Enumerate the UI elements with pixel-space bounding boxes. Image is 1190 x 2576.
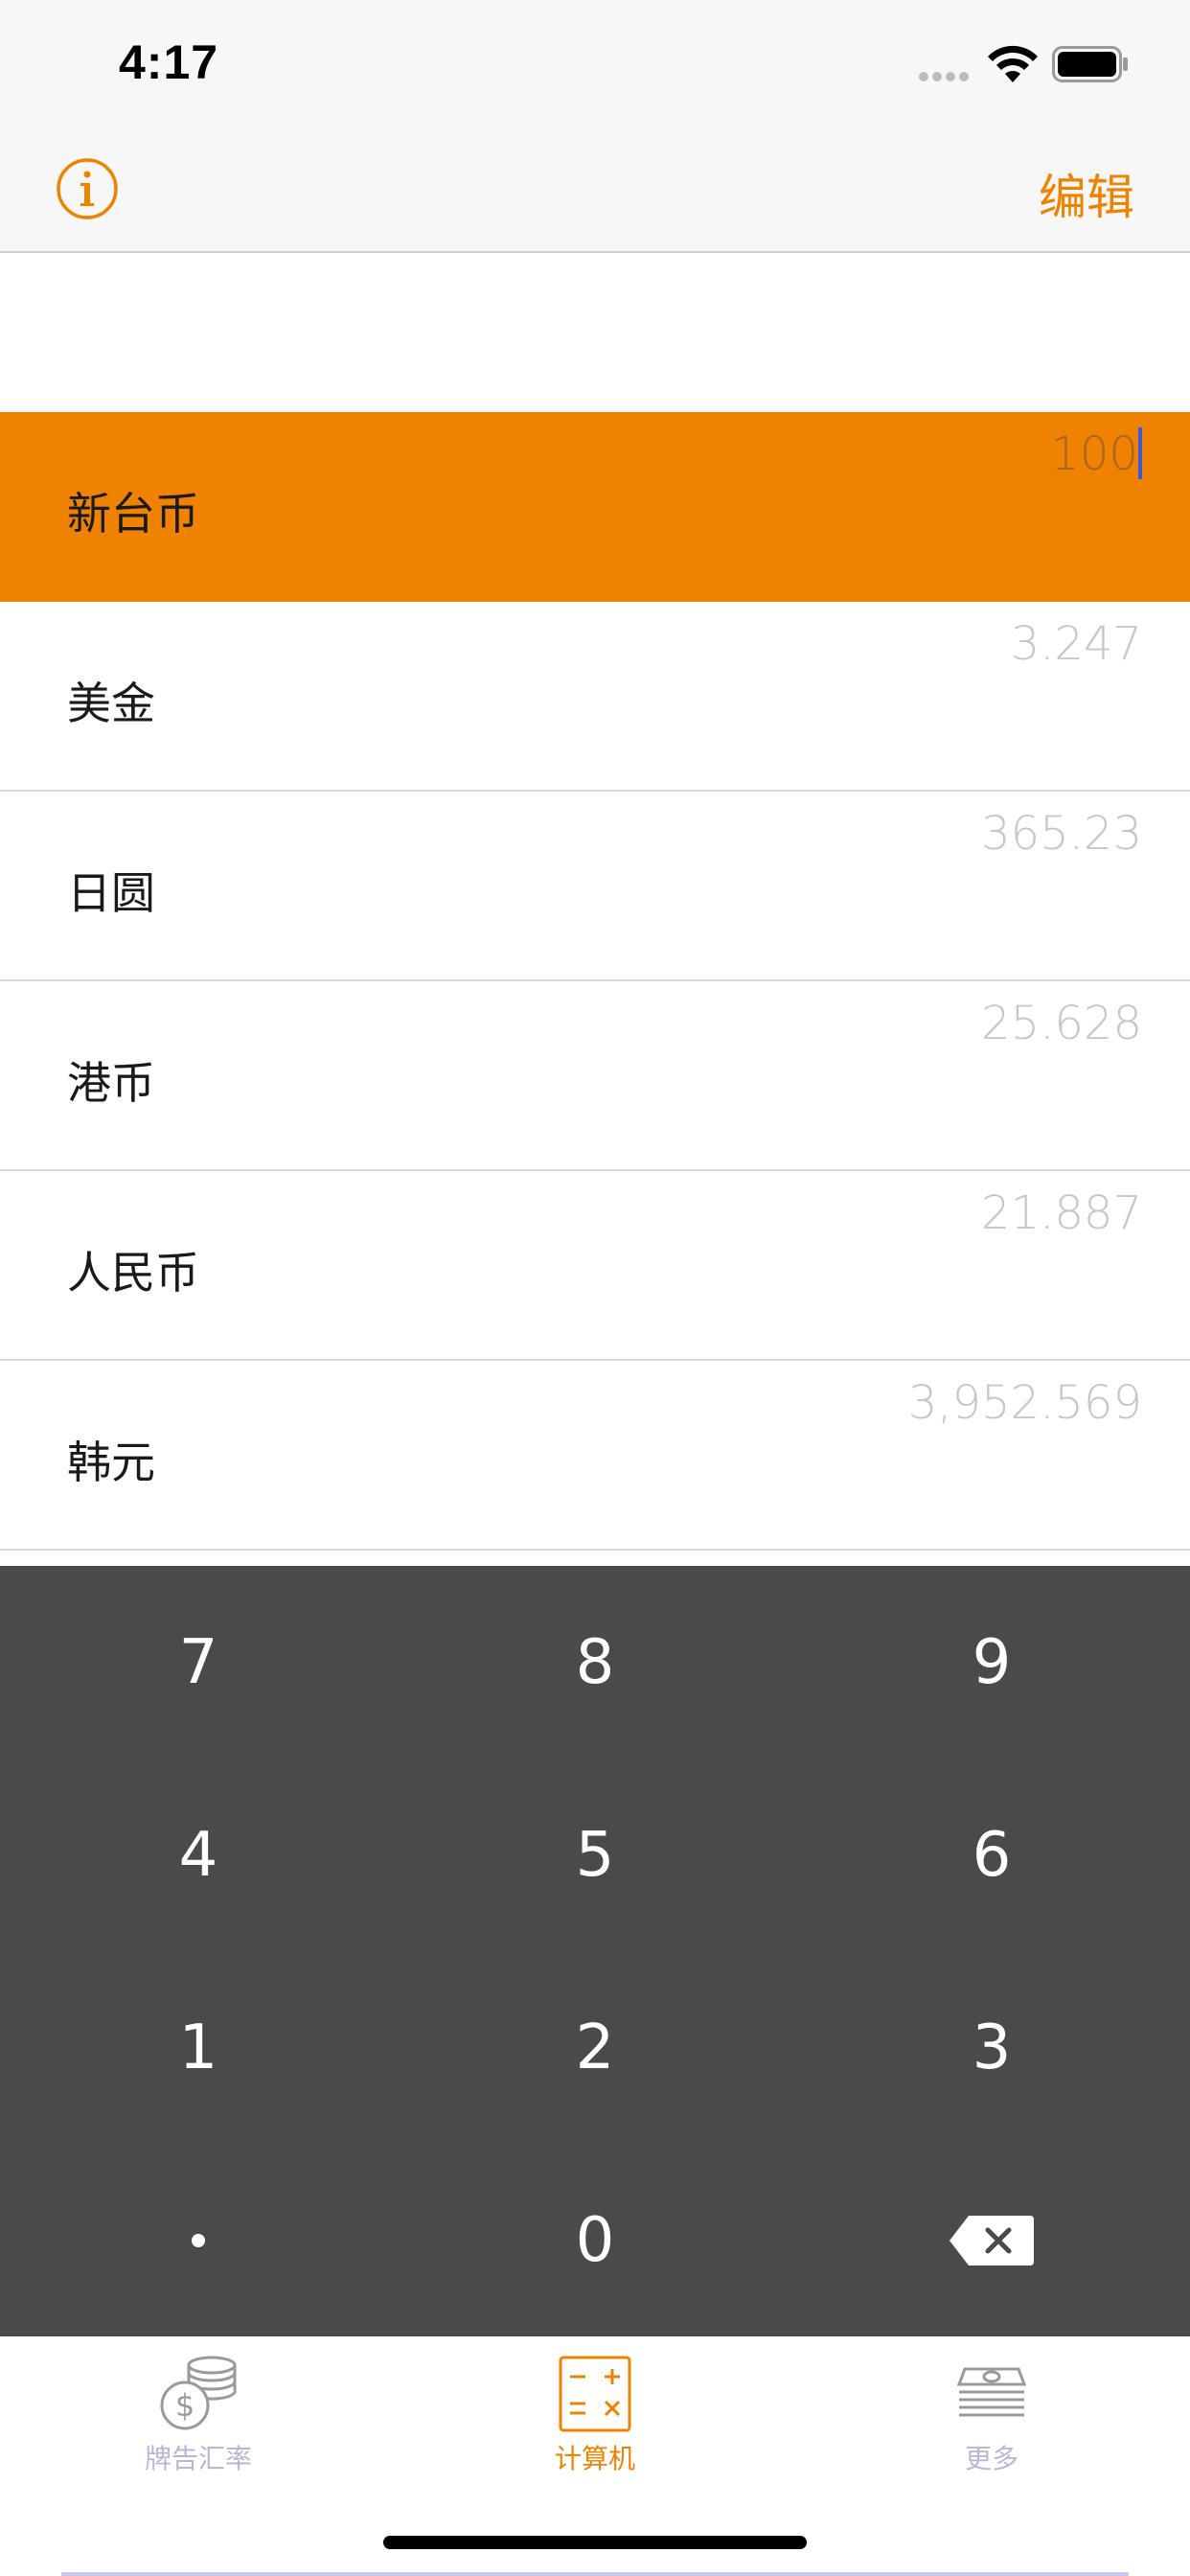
currency-value-input[interactable]: 100 — [1050, 427, 1142, 481]
battery-icon — [1052, 46, 1128, 82]
home-indicator — [383, 2536, 807, 2549]
currency-name: 韩元 — [67, 1437, 155, 1488]
bottom-edge-line — [61, 2572, 1129, 2576]
status-time: 4:17 — [119, 35, 219, 89]
currency-value: 3.247 — [1010, 617, 1142, 671]
screen: 4:17 编辑 100 新台币 3.247 美金 365.23 日圆 25.62… — [0, 0, 1190, 2576]
key-0[interactable]: 0 — [397, 2144, 793, 2336]
key-9[interactable]: 9 — [793, 1566, 1190, 1759]
tab-more[interactable]: 更多 — [848, 2354, 1135, 2497]
key-6[interactable]: 6 — [793, 1759, 1190, 1951]
svg-text:$: $ — [175, 2387, 195, 2424]
key-7[interactable]: 7 — [0, 1566, 397, 1759]
currency-value: 365.23 — [981, 807, 1142, 861]
edit-button[interactable]: 编辑 — [1039, 159, 1134, 228]
calculator-icon — [559, 2356, 631, 2432]
backspace-icon — [950, 2215, 1034, 2266]
currency-row-usd[interactable]: 3.247 美金 — [0, 602, 1190, 792]
currency-list: 100 新台币 3.247 美金 365.23 日圆 25.628 港币 21.… — [0, 412, 1190, 1551]
navigation-bar: 编辑 — [0, 126, 1190, 253]
key-8[interactable]: 8 — [397, 1566, 793, 1759]
wifi-icon — [988, 45, 1038, 82]
key-decimal[interactable] — [0, 2144, 397, 2336]
coins-dollar-icon: $ — [160, 2356, 237, 2430]
currency-value: 21.887 — [981, 1186, 1142, 1240]
tab-exchange-rates[interactable]: $ 牌告汇率 — [55, 2354, 342, 2497]
currency-row-jpy[interactable]: 365.23 日圆 — [0, 792, 1190, 981]
text-cursor — [1138, 427, 1142, 479]
currency-row-hkd[interactable]: 25.628 港币 — [0, 981, 1190, 1171]
key-backspace[interactable] — [793, 2144, 1190, 2336]
status-bar: 4:17 — [0, 0, 1190, 126]
currency-name: 人民币 — [67, 1247, 199, 1299]
currency-row-krw[interactable]: 3,952.569 韩元 — [0, 1361, 1190, 1551]
decimal-point-icon — [192, 2233, 205, 2247]
cellular-signal-icon — [919, 72, 969, 81]
currency-name: 新台币 — [67, 488, 199, 540]
tab-label: 计算机 — [554, 2443, 635, 2474]
currency-value: 3,952.569 — [907, 1376, 1142, 1430]
tab-calculator[interactable]: 计算机 — [451, 2354, 739, 2497]
numeric-keypad: 7 8 9 4 5 6 1 2 3 0 — [0, 1566, 1190, 2336]
key-4[interactable]: 4 — [0, 1759, 397, 1951]
currency-row-cny[interactable]: 21.887 人民币 — [0, 1171, 1190, 1361]
currency-value: 25.628 — [981, 997, 1142, 1050]
currency-name: 日圆 — [67, 867, 155, 919]
key-5[interactable]: 5 — [397, 1759, 793, 1951]
currency-row-twd[interactable]: 100 新台币 — [0, 412, 1190, 602]
currency-name: 美金 — [67, 678, 155, 729]
key-1[interactable]: 1 — [0, 1951, 397, 2144]
tab-label: 更多 — [964, 2443, 1018, 2474]
currency-name: 港币 — [67, 1057, 155, 1109]
key-3[interactable]: 3 — [793, 1951, 1190, 2144]
info-icon[interactable] — [56, 157, 119, 220]
key-2[interactable]: 2 — [397, 1951, 793, 2144]
tab-label: 牌告汇率 — [144, 2443, 252, 2474]
cash-stack-icon — [956, 2367, 1027, 2417]
